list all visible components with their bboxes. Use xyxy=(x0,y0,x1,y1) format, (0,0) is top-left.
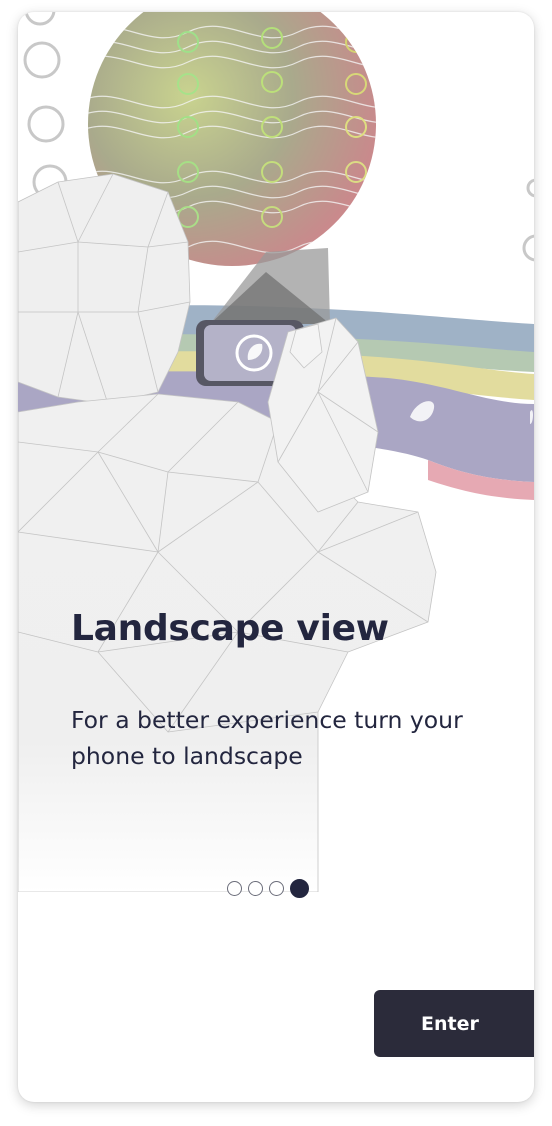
onboarding-card: Landscape view For a better experience t… xyxy=(18,12,534,1102)
page-title: Landscape view xyxy=(71,608,389,649)
page-description: For a better experience turn your phone … xyxy=(71,706,463,770)
person-figure xyxy=(18,173,437,892)
page-dot-1[interactable] xyxy=(227,881,242,896)
page-indicator xyxy=(227,879,309,899)
enter-button[interactable]: Enter xyxy=(374,990,534,1057)
page-dot-2[interactable] xyxy=(248,881,263,896)
page-dot-4-active[interactable] xyxy=(290,879,309,898)
page-dot-3[interactable] xyxy=(269,881,284,896)
